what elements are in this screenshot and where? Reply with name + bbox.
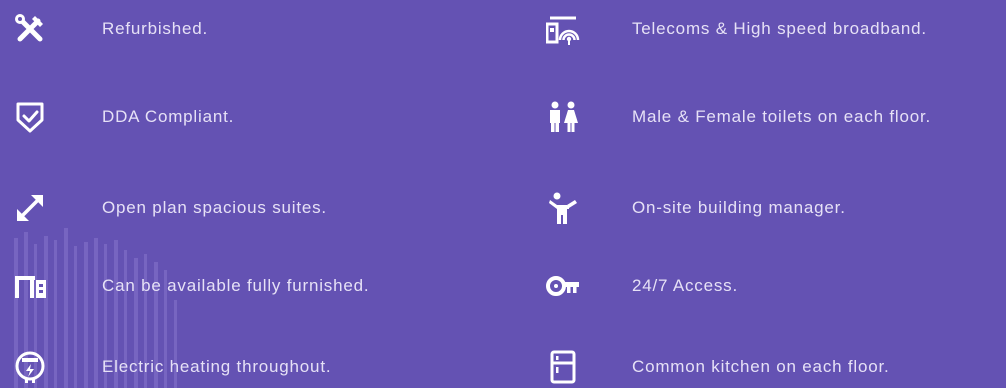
feature-furnished: Can be available fully furnished.: [6, 266, 369, 306]
router-wifi-icon: [543, 9, 583, 49]
feature-label: Open plan spacious suites.: [102, 198, 327, 217]
shield-check-icon: [10, 97, 50, 137]
toilets-icon: [543, 97, 583, 137]
feature-label: Male & Female toilets on each floor.: [632, 107, 932, 126]
fridge-icon: [543, 347, 583, 387]
feature-label: On-site building manager.: [632, 198, 846, 217]
feature-label: Common kitchen on each floor.: [632, 357, 890, 376]
feature-label: Can be available fully furnished.: [102, 276, 370, 295]
feature-building-manager: On-site building manager.: [543, 188, 846, 228]
furniture-icon: [10, 266, 50, 306]
tools-icon: [10, 9, 50, 49]
electric-meter-icon: [10, 347, 50, 387]
manager-icon: [543, 188, 583, 228]
feature-label: Electric heating throughout.: [102, 357, 332, 376]
feature-access: 24/7 Access.: [543, 266, 738, 306]
feature-toilets: Male & Female toilets on each floor.: [543, 97, 931, 137]
feature-label: DDA Compliant.: [102, 107, 235, 126]
feature-label: Refurbished.: [102, 19, 208, 38]
feature-label: 24/7 Access.: [632, 276, 738, 295]
feature-telecoms: Telecoms & High speed broadband.: [543, 9, 927, 49]
feature-refurbished: Refurbished.: [6, 9, 208, 49]
feature-dda-compliant: DDA Compliant.: [6, 97, 234, 137]
feature-open-plan: Open plan spacious suites.: [6, 188, 327, 228]
expand-arrows-icon: [10, 188, 50, 228]
feature-kitchen: Common kitchen on each floor.: [543, 347, 890, 387]
feature-label: Telecoms & High speed broadband.: [632, 19, 927, 38]
key-icon: [543, 266, 583, 306]
feature-electric-heating: Electric heating throughout.: [6, 347, 331, 387]
